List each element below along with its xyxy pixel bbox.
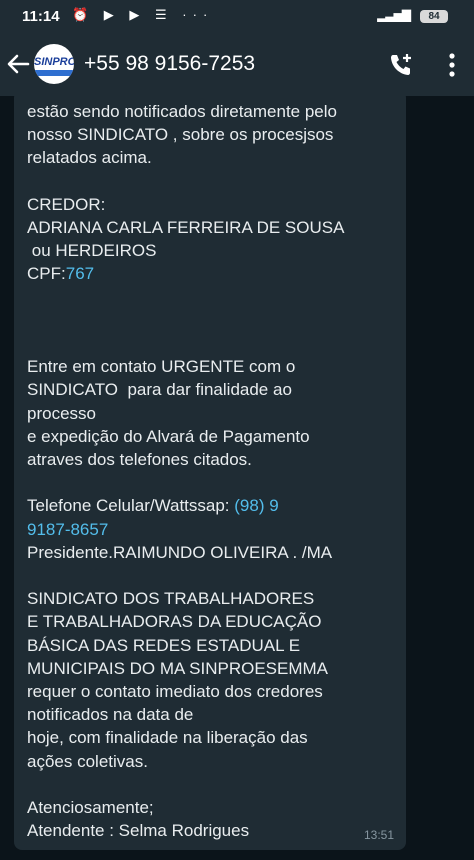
- status-time: 11:14: [22, 8, 60, 25]
- cpf-line: CPF:767: [27, 262, 397, 285]
- message-line: notificados na data de: [27, 705, 194, 725]
- message-line: requer o contato imediato dos credores: [27, 682, 323, 702]
- phone-line: Telefone Celular/Wattssap: (98) 9: [27, 494, 397, 517]
- chat-header: SINPRO +55 98 9156-7253: [0, 34, 474, 96]
- phone-link-part1[interactable]: (98) 9: [234, 496, 278, 515]
- message-line: [27, 170, 397, 193]
- message-line: CREDOR:: [27, 194, 106, 214]
- message-line: [27, 332, 397, 355]
- message-line: Atendente : Selma Rodrigues: [27, 821, 250, 841]
- message-text: estão sendo notificados diretamente pelo…: [27, 100, 397, 843]
- chat-area[interactable]: estão sendo notificados diretamente pelo…: [0, 96, 474, 860]
- message-line: [27, 286, 397, 309]
- message-line: ações coletivas.: [27, 751, 148, 771]
- message-line: SINDICATO para dar finalidade ao: [27, 380, 292, 400]
- message-timestamp: 13:51: [363, 828, 394, 842]
- notification-icons: ⏰ ▶ ▶ ☰ ···: [72, 7, 214, 22]
- phone-link-part2[interactable]: 9187-8657: [27, 520, 108, 539]
- message-line: processo: [27, 403, 96, 423]
- message-line: ADRIANA CARLA FERREIRA DE SOUSA: [27, 218, 345, 238]
- add-call-icon[interactable]: [388, 52, 414, 78]
- message-line: relatados acima.: [27, 148, 152, 168]
- signal-icon: ▂▃▅▇: [377, 8, 411, 22]
- message-line: e expedição do Alvará de Pagamento: [27, 426, 310, 446]
- message-line: estão sendo notificados diretamente pelo: [27, 102, 337, 121]
- message-line: [27, 471, 397, 494]
- message-line: [27, 564, 397, 587]
- message-line: hoje, com finalidade na liberação das: [27, 728, 308, 748]
- avatar-logo-band: [34, 70, 74, 76]
- message-line: BÁSICA DAS REDES ESTADUAL E: [27, 635, 301, 655]
- back-arrow-icon[interactable]: [4, 48, 32, 80]
- avatar[interactable]: SINPRO: [34, 44, 74, 84]
- message-line: ou HERDEIROS: [27, 241, 157, 261]
- message-line: Presidente.RAIMUNDO OLIVEIRA . /MA: [27, 542, 333, 562]
- message-bubble[interactable]: estão sendo notificados diretamente pelo…: [14, 96, 406, 850]
- message-line: [27, 773, 397, 796]
- message-line: nosso SINDICATO , sobre os procesjsos: [27, 125, 334, 145]
- message-line: Entre em contato URGENTE com o: [27, 357, 296, 377]
- message-line: [27, 309, 397, 332]
- battery-icon: 84: [420, 10, 448, 23]
- message-line: E TRABALHADORAS DA EDUCAÇÃO: [27, 612, 322, 632]
- phone-label: Telefone Celular/Wattssap:: [27, 496, 235, 516]
- status-bar: 11:14 ⏰ ▶ ▶ ☰ ··· ▂▃▅▇ 84: [0, 0, 474, 34]
- avatar-logo-text: SINPRO: [34, 56, 74, 68]
- message-line: MUNICIPAIS DO MA SINPROESEMMA: [27, 658, 329, 678]
- cpf-label: CPF:: [27, 264, 66, 284]
- more-options-icon[interactable]: [444, 50, 460, 80]
- contact-title[interactable]: +55 98 9156-7253: [84, 52, 255, 76]
- message-line: SINDICATO DOS TRABALHADORES: [27, 589, 315, 609]
- phone-line-2: 9187-8657: [27, 518, 397, 541]
- message-line: atraves dos telefones citados.: [27, 450, 252, 470]
- message-line: Atenciosamente;: [27, 798, 154, 818]
- cpf-number-link[interactable]: 767: [66, 264, 94, 283]
